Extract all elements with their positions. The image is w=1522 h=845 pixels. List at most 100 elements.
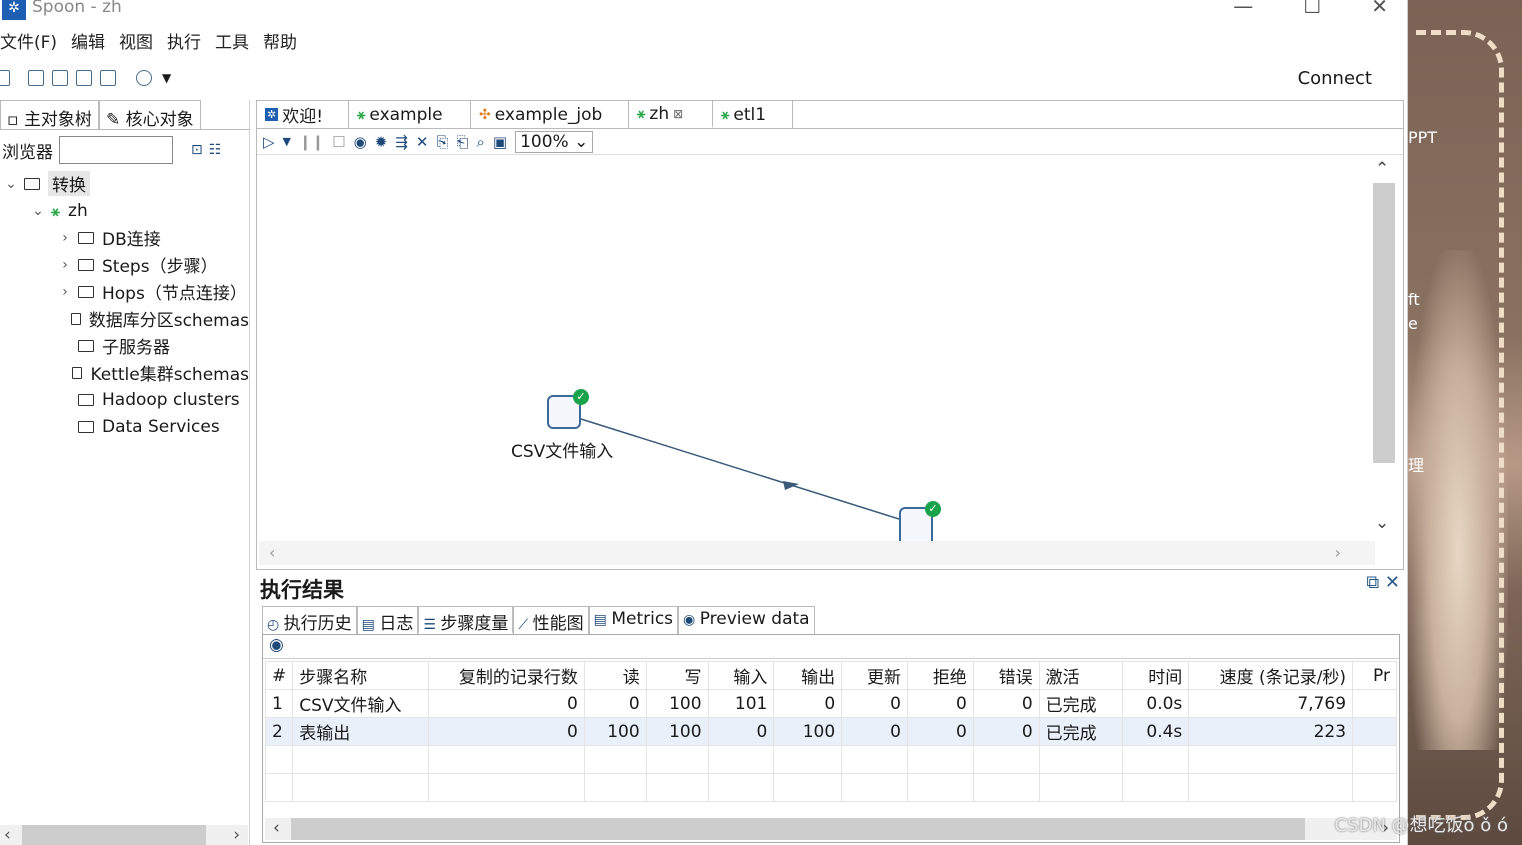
tree-item[interactable]: › Hops（节点连接） bbox=[0, 278, 249, 305]
close-button[interactable]: ✕ bbox=[1371, 0, 1388, 18]
results-horizontal-scrollbar[interactable]: ‹ › bbox=[265, 818, 1397, 840]
editor-tab[interactable]: ⚹ etl1 bbox=[713, 101, 793, 128]
scroll-thumb[interactable] bbox=[1373, 183, 1395, 463]
scroll-up-icon[interactable]: ⌃ bbox=[1375, 159, 1389, 179]
hop-line[interactable] bbox=[580, 418, 900, 520]
perspective-layers-icon[interactable] bbox=[136, 70, 152, 86]
column-header[interactable]: 输入 bbox=[707, 661, 775, 690]
close-panel-icon[interactable]: ✕ bbox=[1385, 572, 1400, 593]
column-header[interactable]: 输出 bbox=[773, 661, 843, 690]
column-header[interactable]: 速度 (条记录/秒) bbox=[1188, 661, 1354, 690]
explore-db-icon[interactable]: ⌕ bbox=[476, 133, 484, 151]
connect-button[interactable]: Connect bbox=[1298, 68, 1372, 89]
scroll-right-icon[interactable]: › bbox=[233, 825, 240, 845]
tree-item[interactable]: Kettle集群schemas bbox=[0, 359, 249, 386]
save-icon[interactable] bbox=[76, 70, 92, 86]
explore-repository-icon[interactable] bbox=[52, 70, 68, 86]
scroll-down-icon[interactable]: ⌄ bbox=[1375, 513, 1389, 533]
scroll-thumb[interactable] bbox=[291, 818, 1305, 840]
column-header[interactable]: 时间 bbox=[1122, 661, 1190, 690]
chevron-down-icon[interactable]: ⌄ bbox=[4, 176, 18, 192]
spoon-window: ✲ Spoon - zh — ☐ ✕ 文件(F) 编辑 视图 执行 工具 帮助 … bbox=[0, 0, 1408, 845]
table-cell bbox=[1352, 689, 1397, 718]
scroll-left-icon[interactable]: ‹ bbox=[4, 825, 11, 845]
results-tab[interactable]: ◴ 执行历史 bbox=[262, 606, 357, 634]
stop-icon[interactable]: ☐ bbox=[332, 133, 345, 151]
menu-edit[interactable]: 编辑 bbox=[71, 28, 105, 56]
left-horizontal-scrollbar[interactable]: ‹ › bbox=[0, 825, 248, 845]
tree-item[interactable]: 子服务器 bbox=[0, 332, 249, 359]
results-tab[interactable]: ☰ 步骤度量 bbox=[418, 606, 514, 634]
collapse-all-icon[interactable]: ⊡ bbox=[191, 142, 203, 158]
open-file-icon[interactable] bbox=[28, 70, 44, 86]
canvas-vertical-scrollbar[interactable]: ⌃ ⌄ bbox=[1371, 159, 1395, 543]
column-header[interactable]: 拒绝 bbox=[906, 661, 974, 690]
tree-item[interactable]: › DB连接 bbox=[0, 224, 249, 251]
column-header[interactable]: 写 bbox=[645, 661, 709, 690]
tree-item[interactable]: ⌄ ⚹ zh bbox=[0, 197, 249, 224]
column-header[interactable]: 错误 bbox=[972, 661, 1040, 690]
tab-main-tree[interactable]: ▫ 主对象树 bbox=[0, 100, 99, 130]
menu-help[interactable]: 帮助 bbox=[263, 28, 297, 56]
chevron-right-icon[interactable]: › bbox=[58, 257, 72, 273]
scroll-left-icon[interactable]: ‹ bbox=[269, 543, 275, 562]
column-header[interactable]: 更新 bbox=[841, 661, 908, 690]
column-header[interactable]: Pr bbox=[1352, 661, 1397, 690]
menu-tools[interactable]: 工具 bbox=[215, 28, 249, 56]
tab-core-objects[interactable]: ✎ 核心对象 bbox=[98, 100, 201, 130]
results-tab[interactable]: ◉ Preview data bbox=[678, 606, 815, 634]
tree-item[interactable]: › Steps（步骤） bbox=[0, 251, 249, 278]
results-tab[interactable]: ▤ 日志 bbox=[356, 606, 419, 634]
menu-view[interactable]: 视图 bbox=[119, 28, 153, 56]
debug-icon[interactable]: ✹ bbox=[375, 133, 388, 151]
results-tab[interactable]: ▤ Metrics bbox=[588, 606, 679, 634]
menu-file[interactable]: 文件(F) bbox=[0, 28, 57, 56]
verify-icon[interactable]: ✕ bbox=[416, 133, 429, 151]
sql-icon[interactable]: ⎗ bbox=[456, 133, 468, 151]
replay-icon[interactable]: ⇶ bbox=[395, 133, 408, 151]
zoom-select[interactable]: 100% ⌄ bbox=[515, 130, 594, 153]
editor-tab[interactable]: ⚹ zh ⊠ bbox=[629, 101, 713, 128]
run-icon[interactable]: ▷ bbox=[263, 133, 275, 151]
show-results-icon[interactable]: ▣ bbox=[493, 133, 507, 151]
show-metrics-eye-icon[interactable]: ◉ bbox=[269, 635, 284, 655]
detach-panel-icon[interactable]: ⧉ bbox=[1366, 572, 1379, 593]
pause-icon[interactable]: ❙❙ bbox=[299, 133, 324, 151]
scroll-right-icon[interactable]: › bbox=[1335, 543, 1341, 562]
table-row[interactable]: 2 表输出 0 100 100 0 100 0 0 0 已完成 0.4s 223 bbox=[264, 717, 1397, 746]
results-tab[interactable]: ⟋ 性能图 bbox=[513, 606, 589, 634]
close-tab-icon[interactable]: ⊠ bbox=[673, 107, 683, 121]
expand-all-icon[interactable]: ☷ bbox=[209, 142, 222, 158]
column-header[interactable]: 激活 bbox=[1038, 661, 1124, 690]
chevron-right-icon[interactable]: › bbox=[58, 284, 72, 300]
run-options-icon[interactable]: ▼ bbox=[283, 135, 291, 148]
table-row[interactable]: 1 CSV文件输入 0 0 100 101 0 0 0 0 已完成 0.0s 7,769 bbox=[264, 689, 1397, 718]
tree-item[interactable]: ⌄ 转换 bbox=[0, 170, 249, 197]
column-header[interactable]: 复制的记录行数 bbox=[428, 661, 585, 690]
hop-arrow-icon bbox=[783, 481, 799, 490]
tree-item[interactable]: Hadoop clusters bbox=[0, 386, 249, 413]
chevron-down-icon[interactable]: ⌄ bbox=[31, 203, 45, 219]
column-header[interactable]: 读 bbox=[583, 661, 647, 690]
tree-item[interactable]: 数据库分区schemas bbox=[0, 305, 249, 332]
editor-tab[interactable]: ✣ example_job bbox=[471, 101, 629, 128]
scroll-thumb[interactable] bbox=[22, 825, 206, 845]
impact-icon[interactable]: ⎘ bbox=[436, 133, 448, 151]
chevron-right-icon[interactable]: › bbox=[58, 230, 72, 246]
scroll-left-icon[interactable]: ‹ bbox=[273, 818, 280, 838]
column-header[interactable]: 步骤名称 bbox=[292, 661, 430, 690]
minimize-button[interactable]: — bbox=[1233, 0, 1253, 18]
perspective-dropdown-icon[interactable]: ▼ bbox=[162, 71, 171, 85]
browse-search-input[interactable] bbox=[59, 136, 173, 164]
preview-icon[interactable]: ◉ bbox=[354, 133, 367, 151]
menu-run[interactable]: 执行 bbox=[167, 28, 201, 56]
tree-item[interactable]: Data Services bbox=[0, 413, 249, 440]
column-header[interactable]: # bbox=[264, 661, 294, 690]
save-as-icon[interactable] bbox=[100, 70, 116, 86]
canvas-horizontal-scrollbar[interactable]: ‹ › bbox=[259, 541, 1375, 565]
maximize-button[interactable]: ☐ bbox=[1303, 0, 1321, 18]
transformation-canvas[interactable]: ✓ CSV文件输入 ✓ bbox=[259, 157, 1373, 541]
editor-tab[interactable]: ✲ 欢迎! bbox=[257, 101, 349, 128]
new-file-icon[interactable] bbox=[0, 70, 10, 86]
editor-tab[interactable]: ⚹ example bbox=[349, 101, 471, 128]
